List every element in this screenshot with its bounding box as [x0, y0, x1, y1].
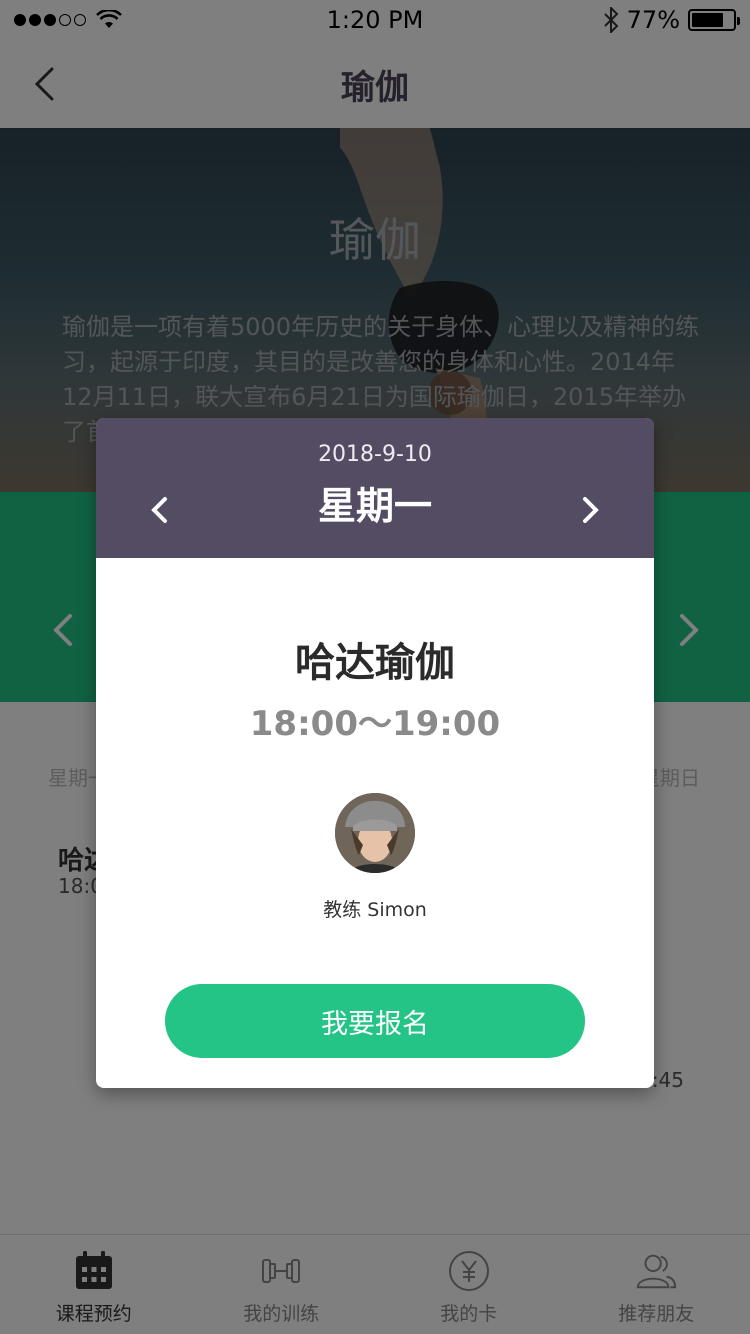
- class-detail-modal: 2018-9-10 星期一 哈达瑜伽 18:00～19:00 教练 Simon …: [96, 418, 654, 1088]
- class-name: 哈达瑜伽: [295, 640, 455, 686]
- next-day-button[interactable]: [576, 490, 606, 530]
- modal-weekday: 星期一: [317, 484, 432, 528]
- coach-avatar[interactable]: [335, 793, 415, 873]
- prev-day-button[interactable]: [144, 490, 174, 530]
- chevron-right-icon: [583, 497, 599, 523]
- chevron-left-icon: [151, 497, 167, 523]
- modal-header: 2018-9-10 星期一: [96, 418, 654, 558]
- screen: 1:20 PM 77% 瑜伽 瑜伽 瑜伽是一项有着5000年历史的关于: [0, 0, 750, 1334]
- signup-button[interactable]: 我要报名: [165, 984, 585, 1058]
- modal-body: 哈达瑜伽 18:00～19:00 教练 Simon 我要报名: [96, 630, 654, 1058]
- coach-name: 教练 Simon: [323, 899, 427, 921]
- class-time: 18:00～19:00: [249, 704, 501, 744]
- modal-date: 2018-9-10: [318, 442, 432, 467]
